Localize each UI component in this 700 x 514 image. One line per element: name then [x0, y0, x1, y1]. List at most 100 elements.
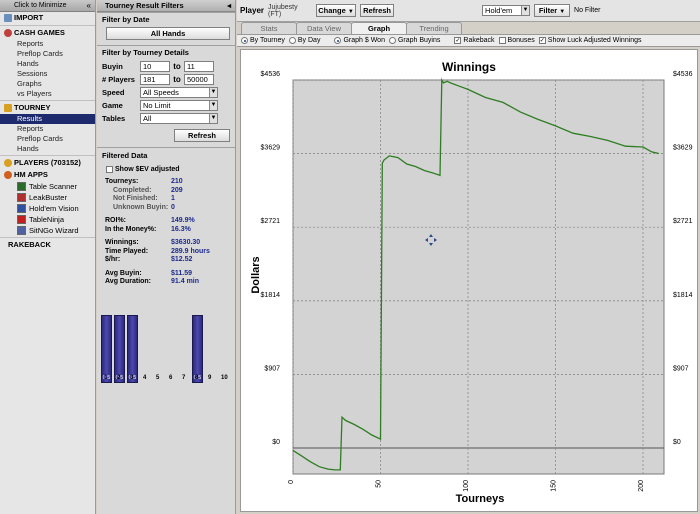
show-sev-checkbox[interactable]	[106, 166, 113, 173]
nav-app-1[interactable]: LeakBuster	[0, 192, 95, 203]
game-dropdown-icon[interactable]: ▼	[209, 101, 217, 110]
tables-label: Tables	[102, 114, 126, 123]
x-tick-label: 200	[638, 480, 645, 492]
tab-stats[interactable]: Stats	[241, 22, 297, 34]
tables-select[interactable]: All ▼	[140, 113, 218, 124]
players-min-input[interactable]: 181	[140, 74, 170, 85]
nav-cash-games[interactable]: CASH GAMES	[0, 27, 95, 39]
nav-cash-games-label: CASH GAMES	[14, 28, 65, 37]
x-tick-label: 50	[376, 480, 383, 488]
filtered-data-title: Filtered Data	[102, 151, 148, 160]
nav-app-2[interactable]: Hold'em Vision	[0, 203, 95, 214]
luck-checkbox[interactable]: ✓	[538, 37, 546, 44]
stat-key: Avg Duration:	[105, 278, 152, 285]
by-tourney-option[interactable]: By Tourney	[241, 37, 285, 44]
nav-cash-item-1[interactable]: Preflop Cards	[0, 49, 95, 59]
filter-button[interactable]: Filter ▼	[534, 4, 571, 17]
nav-import-label: IMPORT	[14, 13, 44, 22]
nav-cash-item-2[interactable]: Hands	[0, 59, 95, 69]
chart-xlabel: Tourneys	[456, 493, 505, 505]
game-type-select[interactable]: Hold'em ▼	[482, 5, 531, 16]
histogram-label: 2	[117, 375, 121, 381]
nav-rakeback[interactable]: RAKEBACK	[0, 239, 95, 251]
graph-buyins-option[interactable]: Graph Buyins	[388, 37, 440, 44]
finish-histogram: 0.5 0.5 0.5 0.5	[101, 305, 231, 383]
nav-tourney-item-3[interactable]: Hands	[0, 144, 95, 154]
filtered-data-section: Filtered Data Show $EV adjusted Tourneys…	[97, 147, 235, 289]
players-icon	[4, 159, 12, 167]
game-select[interactable]: No Limit ▼	[140, 100, 218, 111]
nav-tourney[interactable]: TOURNEY	[0, 102, 95, 114]
rakeback-option[interactable]: ✓ Rakeback	[454, 37, 495, 44]
nav-tourney-item-2[interactable]: Preflop Cards	[0, 134, 95, 144]
y-tick-label-right: $0	[673, 439, 681, 446]
game-type-dropdown-icon[interactable]: ▼	[521, 6, 530, 15]
nav-cash-item-4[interactable]: Graphs	[0, 79, 95, 89]
tables-dropdown-icon[interactable]: ▼	[209, 114, 217, 123]
nav-app-3[interactable]: TableNinja	[0, 214, 95, 225]
minimize-label: Click to Minimize	[14, 2, 67, 9]
histogram-label: 8	[195, 375, 199, 381]
by-tourney-radio[interactable]	[241, 37, 248, 44]
chart-ylabel: Dollars	[250, 256, 262, 293]
nav-app-4[interactable]: SitNGo Wizard	[0, 225, 95, 236]
all-hands-button[interactable]: All Hands	[106, 27, 230, 40]
filter-panel: Tourney Result Filters ◂ Filter by Date …	[97, 0, 236, 514]
stat-value: 91.4 min	[171, 278, 200, 285]
tab-data-view[interactable]: Data View	[296, 22, 352, 34]
minimize-bar[interactable]: Click to Minimize «	[0, 0, 95, 12]
stat-key: Avg Buyin:	[105, 269, 142, 277]
nav-import[interactable]: IMPORT	[0, 12, 95, 24]
histogram-label: 5	[156, 375, 160, 381]
graph-won-option[interactable]: Graph $ Won	[334, 37, 385, 44]
bonuses-checkbox[interactable]	[498, 37, 506, 44]
show-sev-option[interactable]: Show $EV adjusted	[106, 166, 230, 173]
view-tabs: Stats Data View Graph Trending	[237, 22, 700, 34]
nav-cash-item-0[interactable]: Reports	[0, 39, 95, 49]
speed-dropdown-icon[interactable]: ▼	[209, 88, 217, 97]
cash-games-icon	[4, 29, 12, 37]
y-tick-label-right: $1814	[673, 292, 693, 299]
by-day-radio[interactable]	[288, 37, 296, 44]
stat-value: 289.9 hours	[171, 247, 210, 255]
rakeback-checkbox[interactable]: ✓	[454, 37, 462, 44]
nav-tourney-item-0[interactable]: Results	[0, 114, 95, 124]
filter-refresh-button[interactable]: Refresh	[174, 129, 230, 142]
buyin-max-input[interactable]: 11	[184, 61, 214, 72]
tab-graph[interactable]: Graph	[351, 22, 407, 34]
speed-select[interactable]: All Speeds ▼	[140, 87, 218, 98]
stat-key: Not Finished:	[113, 195, 158, 202]
graph-buyins-radio[interactable]	[388, 37, 396, 44]
player-refresh-button[interactable]: Refresh	[360, 4, 395, 17]
y-tick-label-right: $3629	[673, 145, 693, 152]
players-label: # Players	[102, 75, 135, 84]
game-type-value: Hold'em	[485, 6, 513, 15]
tourney-icon	[4, 104, 12, 112]
y-tick-label-left: $2721	[261, 218, 281, 225]
left-nav: Click to Minimize « IMPORT CASH GAMES Re…	[0, 0, 96, 514]
plot-area	[292, 79, 665, 475]
histogram-bar: 0.5	[114, 315, 125, 383]
nav-cash-item-5[interactable]: vs Players	[0, 89, 95, 99]
nav-hm-apps[interactable]: HM APPS	[0, 169, 95, 181]
change-player-button[interactable]: Change ▼	[316, 4, 357, 17]
y-tick-label-right: $2721	[673, 218, 693, 225]
nav-players[interactable]: PLAYERS (703152)	[0, 157, 95, 169]
players-max-input[interactable]: 50000	[184, 74, 214, 85]
luck-option[interactable]: ✓ Show Luck Adjusted Winnings	[538, 37, 642, 44]
stat-value: $12.52	[171, 256, 193, 263]
minimize-arrow-icon[interactable]: «	[87, 0, 91, 12]
collapse-arrow-icon[interactable]: ◂	[227, 0, 231, 12]
players-to-label: to	[173, 75, 181, 84]
nav-app-0[interactable]: Table Scanner	[0, 181, 95, 192]
buyin-min-input[interactable]: 10	[140, 61, 170, 72]
nav-cash-item-3[interactable]: Sessions	[0, 69, 95, 79]
by-day-option[interactable]: By Day	[288, 37, 320, 44]
app-icon	[17, 193, 26, 202]
y-tick-label-left: $1814	[261, 292, 281, 299]
nav-tourney-item-1[interactable]: Reports	[0, 124, 95, 134]
bonuses-option[interactable]: Bonuses	[498, 37, 535, 44]
tab-trending[interactable]: Trending	[406, 22, 462, 34]
import-icon	[4, 14, 12, 22]
graph-won-radio[interactable]	[334, 37, 342, 44]
